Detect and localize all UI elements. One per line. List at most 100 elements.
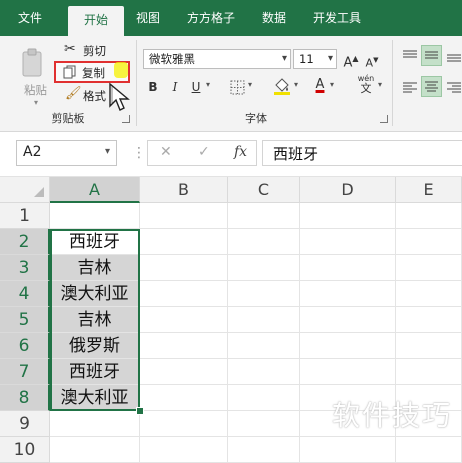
cell-c6[interactable] <box>228 333 300 359</box>
select-all-corner[interactable] <box>0 177 50 203</box>
phonetic-sub: 文 <box>360 82 372 95</box>
column-header-c[interactable]: C <box>228 177 300 203</box>
cell-a4[interactable]: 澳大利亚 <box>50 281 140 307</box>
font-launcher-icon[interactable] <box>380 115 388 123</box>
cell-d7[interactable] <box>300 359 396 385</box>
align-center-button[interactable] <box>421 76 442 97</box>
align-right-icon[interactable] <box>445 80 462 96</box>
row-header-6[interactable]: 6 <box>0 333 50 359</box>
cell-c4[interactable] <box>228 281 300 307</box>
cell-d4[interactable] <box>300 281 396 307</box>
cell-e10[interactable] <box>396 437 462 463</box>
formula-buttons: ✕ ✓ fx <box>147 140 257 166</box>
cell-a6[interactable]: 俄罗斯 <box>50 333 140 359</box>
grow-font-button[interactable]: A▲ <box>342 50 360 72</box>
cell-d5[interactable] <box>300 307 396 333</box>
cell-b7[interactable] <box>140 359 228 385</box>
worksheet-grid[interactable]: A B C D E 1 2 西班牙 3 吉林 4 澳大利亚 5 吉林 6 俄罗斯 7 西班牙 8 澳大利亚 9… <box>0 177 462 463</box>
cell-b10[interactable] <box>140 437 228 463</box>
cell-b3[interactable] <box>140 255 228 281</box>
cell-c9[interactable] <box>228 411 300 437</box>
align-middle-button[interactable] <box>421 45 442 66</box>
cut-button[interactable]: ✂ 剪切 <box>64 41 114 60</box>
column-header-b[interactable]: B <box>140 177 228 203</box>
align-left-icon[interactable] <box>401 80 419 96</box>
tab-developer[interactable]: 开发工具 <box>302 0 372 36</box>
column-header-e[interactable]: E <box>396 177 462 203</box>
enter-icon[interactable]: ✓ <box>198 144 210 160</box>
format-painter-button[interactable]: 🖌 格式 <box>64 86 114 104</box>
cell-b5[interactable] <box>140 307 228 333</box>
cell-b6[interactable] <box>140 333 228 359</box>
cell-b8[interactable] <box>140 385 228 411</box>
cell-a5[interactable]: 吉林 <box>50 307 140 333</box>
cell-e2[interactable] <box>396 229 462 255</box>
cell-c8[interactable] <box>228 385 300 411</box>
cell-a1[interactable] <box>50 203 140 229</box>
row-header-9[interactable]: 9 <box>0 411 50 437</box>
cancel-icon[interactable]: ✕ <box>160 144 172 160</box>
fill-color-icon[interactable] <box>272 76 292 96</box>
cell-d2[interactable] <box>300 229 396 255</box>
cell-b1[interactable] <box>140 203 228 229</box>
column-header-a[interactable]: A <box>50 177 140 203</box>
cell-b2[interactable] <box>140 229 228 255</box>
font-name-select[interactable]: 微软雅黑 ▾ <box>143 49 291 69</box>
row-header-4[interactable]: 4 <box>0 281 50 307</box>
cell-e4[interactable] <box>396 281 462 307</box>
fill-handle[interactable] <box>136 407 144 415</box>
cell-d6[interactable] <box>300 333 396 359</box>
cell-b9[interactable] <box>140 411 228 437</box>
insert-function-icon[interactable]: fx <box>234 144 247 160</box>
align-bottom-icon[interactable] <box>445 48 462 64</box>
cell-a2[interactable]: 西班牙 <box>50 229 140 255</box>
name-box[interactable]: A2 ▾ <box>16 140 117 166</box>
cell-e3[interactable] <box>396 255 462 281</box>
phonetic-button[interactable]: wén 文 <box>352 74 380 100</box>
font-color-button[interactable]: A <box>312 76 328 94</box>
cell-a3[interactable]: 吉林 <box>50 255 140 281</box>
cell-a8[interactable]: 澳大利亚 <box>50 385 140 411</box>
cell-c7[interactable] <box>228 359 300 385</box>
cell-d10[interactable] <box>300 437 396 463</box>
clipboard-launcher-icon[interactable] <box>122 115 130 123</box>
row-header-7[interactable]: 7 <box>0 359 50 385</box>
tab-file[interactable]: 文件 <box>8 0 52 36</box>
align-top-icon[interactable] <box>401 48 419 64</box>
row-header-8[interactable]: 8 <box>0 385 50 411</box>
cell-d3[interactable] <box>300 255 396 281</box>
tab-fangfang[interactable]: 方方格子 <box>176 0 246 36</box>
tab-home[interactable]: 开始 <box>68 6 124 36</box>
cell-c3[interactable] <box>228 255 300 281</box>
copy-button[interactable]: 复制 <box>54 61 130 83</box>
cell-d1[interactable] <box>300 203 396 229</box>
cell-e7[interactable] <box>396 359 462 385</box>
cell-c2[interactable] <box>228 229 300 255</box>
borders-icon[interactable] <box>230 80 246 96</box>
column-header-d[interactable]: D <box>300 177 396 203</box>
shrink-font-button[interactable]: A▼ <box>364 51 380 73</box>
underline-button[interactable]: U <box>188 78 204 96</box>
cell-c5[interactable] <box>228 307 300 333</box>
cell-e6[interactable] <box>396 333 462 359</box>
cell-c1[interactable] <box>228 203 300 229</box>
italic-button[interactable]: I <box>167 78 183 96</box>
formula-input[interactable]: 西班牙 <box>262 140 462 166</box>
paste-button[interactable]: 粘贴 ▾ <box>14 46 54 107</box>
cell-c10[interactable] <box>228 437 300 463</box>
cell-e1[interactable] <box>396 203 462 229</box>
row-header-2[interactable]: 2 <box>0 229 50 255</box>
cell-a7[interactable]: 西班牙 <box>50 359 140 385</box>
row-header-1[interactable]: 1 <box>0 203 50 229</box>
cell-b4[interactable] <box>140 281 228 307</box>
cell-e5[interactable] <box>396 307 462 333</box>
font-size-select[interactable]: 11 ▾ <box>293 49 337 69</box>
row-header-10[interactable]: 10 <box>0 437 50 463</box>
cell-a9[interactable] <box>50 411 140 437</box>
tab-data[interactable]: 数据 <box>252 0 296 36</box>
bold-button[interactable]: B <box>145 78 161 96</box>
tab-view[interactable]: 视图 <box>126 0 170 36</box>
row-header-5[interactable]: 5 <box>0 307 50 333</box>
row-header-3[interactable]: 3 <box>0 255 50 281</box>
cell-a10[interactable] <box>50 437 140 463</box>
